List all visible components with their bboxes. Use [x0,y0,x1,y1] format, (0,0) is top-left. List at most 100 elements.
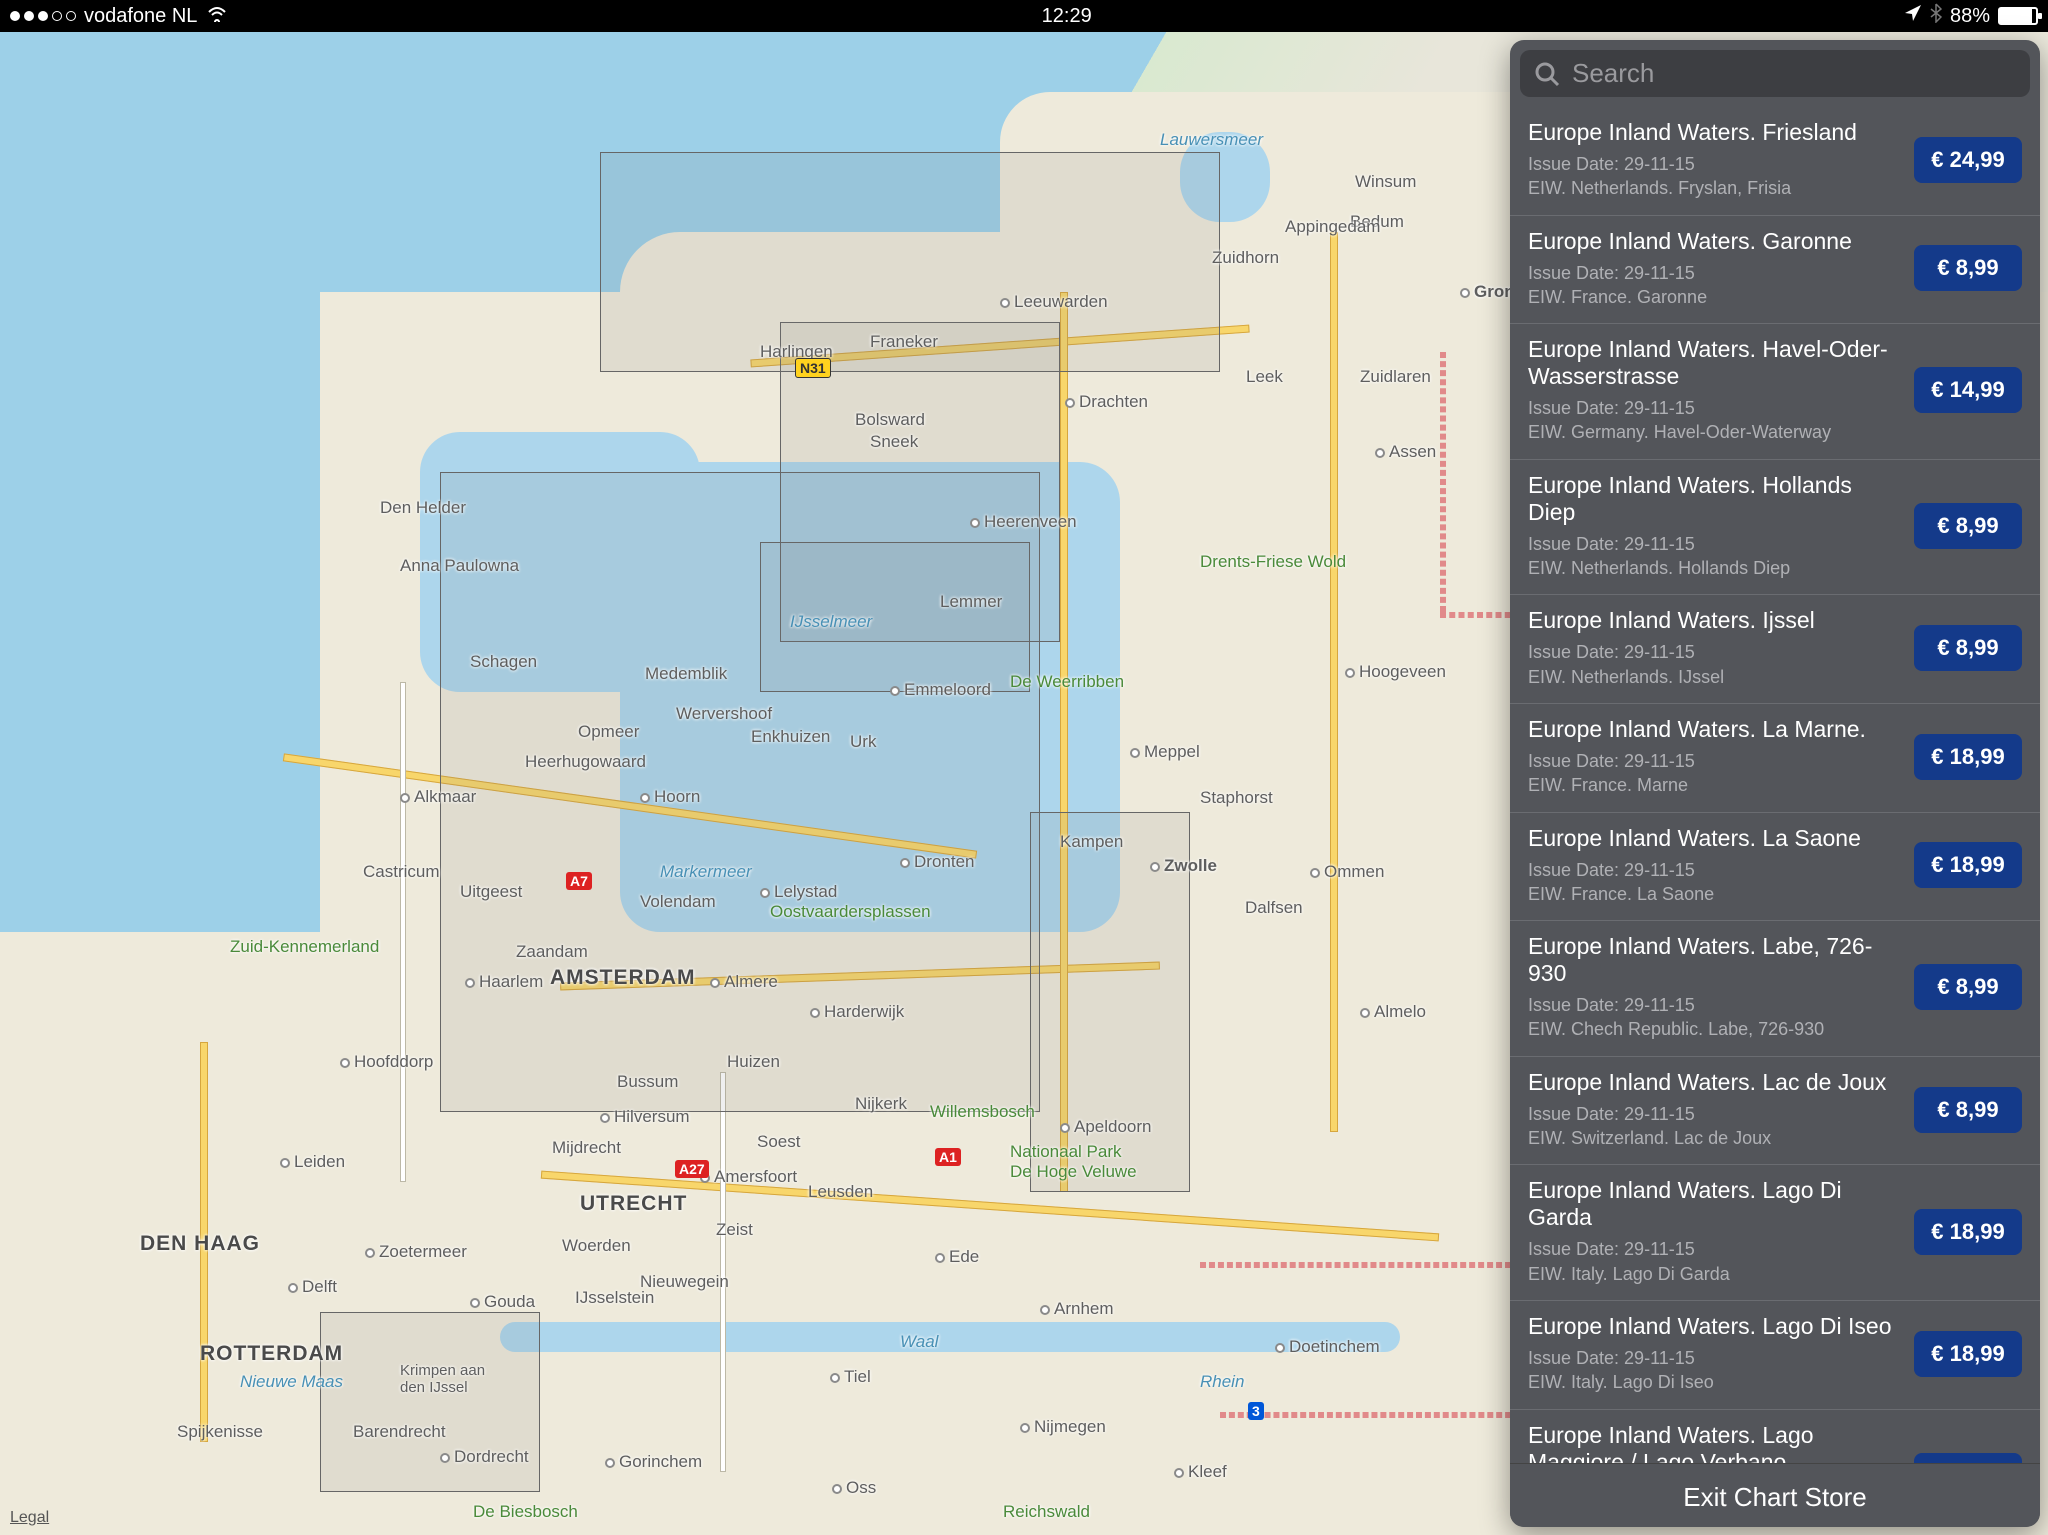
price-button[interactable]: € 18,99 [1914,1453,2022,1463]
chart-item-issue: Issue Date: 29-11-15 [1528,1346,1900,1370]
city-label: DEN HAAG [140,1232,260,1256]
park-label: Willemsbosch [930,1102,1035,1122]
price-button[interactable]: € 8,99 [1914,964,2022,1010]
chart-item-desc: EIW. Netherlands. Fryslan, Frisia [1528,176,1900,200]
city-label: Apeldoorn [1060,1117,1152,1137]
price-button[interactable]: € 18,99 [1914,1331,2022,1377]
chart-list-item[interactable]: Europe Inland Waters. Ijssel Issue Date: … [1510,595,2040,704]
price-button[interactable]: € 14,99 [1914,367,2022,413]
water-label: Lauwersmeer [1160,130,1263,150]
city-label: Tiel [830,1367,871,1387]
city-label: Appingedam [1285,217,1380,237]
chart-list-item[interactable]: Europe Inland Waters. FrieslandIssue Dat… [1510,107,2040,216]
city-label: Drachten [1065,392,1148,412]
chart-list-item[interactable]: Europe Inland Waters. Lac de Joux Issue D… [1510,1057,2040,1166]
chart-store-panel: Europe Inland Waters. Friesland Issue Dat… [1510,40,2040,1527]
city-label: Spijkenisse [177,1422,263,1442]
chart-item-title: Europe Inland Waters. Lago Di Garda [1528,1177,1900,1231]
chart-list-item[interactable]: Europe Inland Waters. Labe, 726-930Issue… [1510,921,2040,1057]
chart-item-info: Europe Inland Waters. Lago Di Garda Issue… [1528,1177,1900,1286]
search-bar[interactable] [1520,50,2030,97]
search-input[interactable] [1572,58,2016,89]
city-label: IJsselstein [575,1288,654,1308]
chart-item-info: Europe Inland Waters. Ijssel Issue Date: … [1528,607,1900,689]
status-right: 88% [1904,3,2038,29]
city-label: Leiden [280,1152,345,1172]
city-label: Dronten [900,852,974,872]
search-icon [1534,61,1560,87]
chart-list-item[interactable]: Europe Inland Waters. Hollands DiepIssue… [1510,460,2040,596]
city-label: Franeker [870,332,938,352]
city-label: Kampen [1060,832,1123,852]
chart-list[interactable]: Europe Inland Waters. Friesland Issue Dat… [1510,107,2040,1463]
battery-icon [1998,7,2038,25]
exit-chart-store-button[interactable]: Exit Chart Store [1510,1463,2040,1527]
city-label: Volendam [640,892,716,912]
price-button[interactable]: € 18,99 [1914,734,2022,780]
price-button[interactable]: € 8,99 [1914,1087,2022,1133]
price-button[interactable]: € 8,99 [1914,503,2022,549]
city-label: Nijkerk [855,1094,907,1114]
city-label: Ommen [1310,862,1384,882]
city-label: Zuidhorn [1212,248,1279,268]
city-label: Nijmegen [1020,1417,1106,1437]
chart-list-item[interactable]: Europe Inland Waters. GaronneIssue Date:… [1510,216,2040,325]
city-label: Uitgeest [460,882,522,902]
chart-item-issue: Issue Date: 29-11-15 [1528,1102,1900,1126]
price-button[interactable]: € 18,99 [1914,842,2022,888]
chart-item-info: Europe Inland Waters. Lago Maggiore / La… [1528,1422,1900,1463]
chart-item-issue: Issue Date: 29-11-15 [1528,749,1900,773]
chart-item-info: Europe Inland Waters. GaronneIssue Date:… [1528,228,1900,310]
city-label: Dalfsen [1245,898,1303,918]
price-button[interactable]: € 18,99 [1914,1209,2022,1255]
chart-item-desc: EIW. France. Garonne [1528,285,1900,309]
chart-item-issue: Issue Date: 29-11-15 [1528,396,1900,420]
chart-item-title: Europe Inland Waters. Friesland [1528,119,1900,146]
price-button[interactable]: € 8,99 [1914,625,2022,671]
location-icon [1904,4,1922,28]
city-label: Winsum [1355,172,1416,192]
chart-item-info: Europe Inland Waters. Havel-Oder-Wassers… [1528,336,1900,445]
city-label: Alkmaar [400,787,476,807]
chart-item-title: Europe Inland Waters. Lac de Joux [1528,1069,1900,1096]
chart-list-item[interactable]: Europe Inland Waters. Havel-Oder-Wassers… [1510,324,2040,460]
chart-item-info: Europe Inland Waters. Lac de Joux Issue D… [1528,1069,1900,1151]
water-label: Markermeer [660,862,752,882]
chart-item-issue: Issue Date: 29-11-15 [1528,1237,1900,1261]
chart-item-info: Europe Inland Waters. Labe, 726-930Issue… [1528,933,1900,1042]
price-button[interactable]: € 24,99 [1914,137,2022,183]
city-label: Ede [935,1247,979,1267]
park-label: Reichswald [1003,1502,1090,1522]
carrier-label: vodafone NL [84,5,197,28]
city-label: Enkhuizen [751,727,830,747]
chart-item-desc: EIW. France. La Saone [1528,882,1900,906]
city-label: Almere [710,972,778,992]
chart-list-item[interactable]: Europe Inland Waters. La Marne.Issue Dat… [1510,704,2040,813]
park-label: De Weerribben [1010,672,1124,692]
park-label: Nationaal Park De Hoge Veluwe [1010,1142,1137,1182]
chart-item-title: Europe Inland Waters. Ijssel [1528,607,1900,634]
city-label: Medemblik [645,664,727,684]
city-label: Zuidlaren [1360,367,1431,387]
price-button[interactable]: € 8,99 [1914,245,2022,291]
chart-item-info: Europe Inland Waters. FrieslandIssue Dat… [1528,119,1900,201]
chart-item-desc: EIW. Germany. Havel-Oder-Waterway [1528,420,1900,444]
chart-list-item[interactable]: Europe Inland Waters. Lago Di IseoIssue … [1510,1301,2040,1410]
wifi-icon [205,4,229,28]
chart-item-issue: Issue Date: 29-11-15 [1528,858,1900,882]
chart-item-title: Europe Inland Waters. Labe, 726-930 [1528,933,1900,987]
city-label: Urk [850,732,876,752]
chart-item-info: Europe Inland Waters. La Marne.Issue Dat… [1528,716,1900,798]
chart-list-item[interactable]: Europe Inland Waters. La SaoneIssue Date… [1510,813,2040,922]
chart-list-item[interactable]: Europe Inland Waters. Lago Di Garda Issue… [1510,1165,2040,1301]
water-label: Waal [900,1332,938,1352]
city-label: Zoetermeer [365,1242,467,1262]
city-label: Almelo [1360,1002,1426,1022]
legal-link[interactable]: Legal [10,1509,49,1527]
chart-item-issue: Issue Date: 29-11-15 [1528,261,1900,285]
water-label: IJsselmeer [790,612,872,632]
highway-shield: A1 [935,1148,961,1166]
chart-item-issue: Issue Date: 29-11-15 [1528,640,1900,664]
city-label: Hoogeveen [1345,662,1446,682]
chart-list-item[interactable]: Europe Inland Waters. Lago Maggiore / La… [1510,1410,2040,1463]
